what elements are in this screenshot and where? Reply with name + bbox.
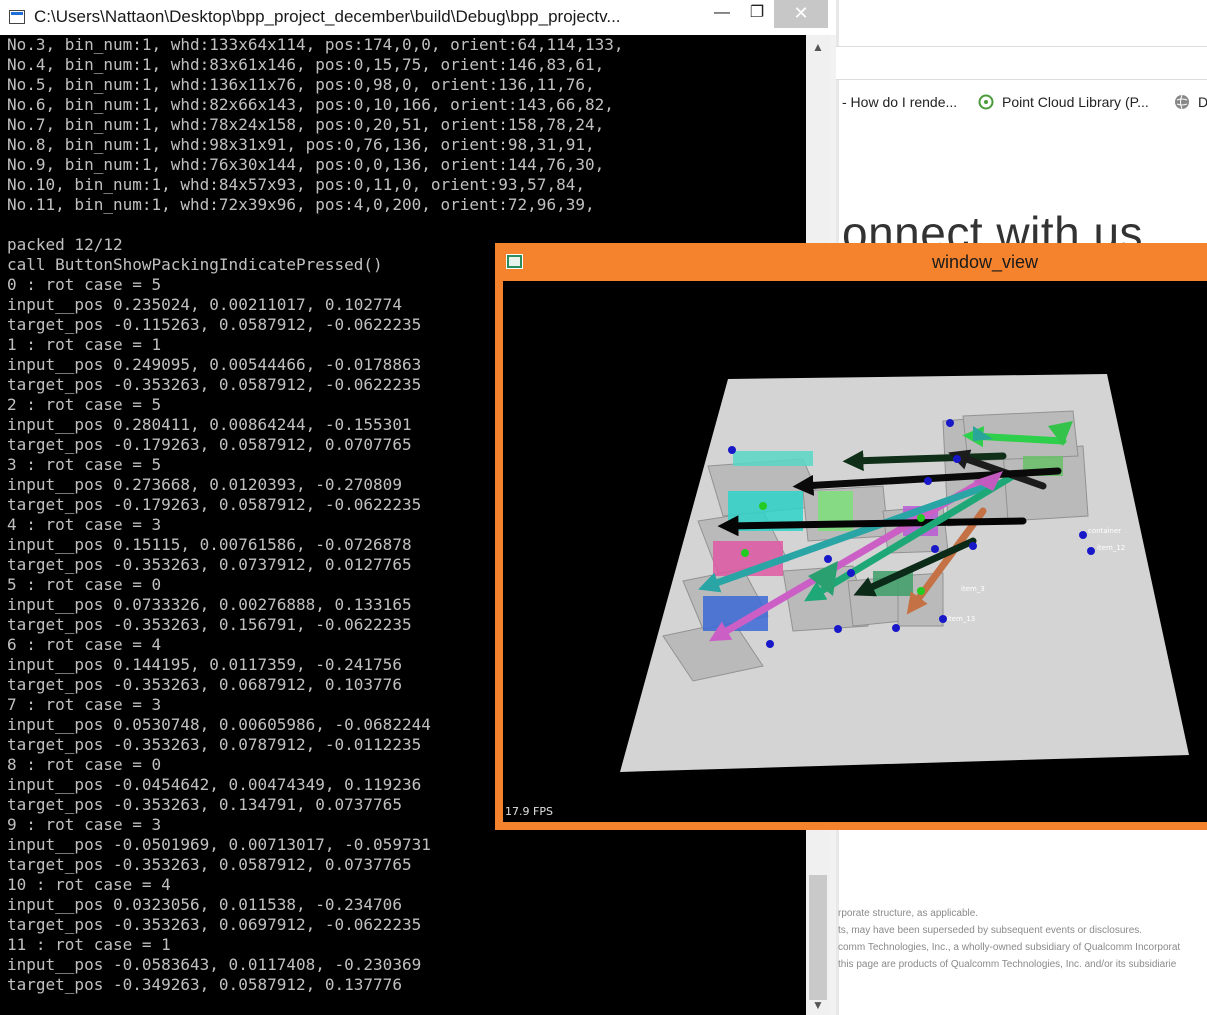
bookmarks-bar: - How do I rende... Point Cloud Library …	[836, 86, 1207, 122]
scene-label: item_13	[947, 615, 975, 623]
globe-icon	[1174, 94, 1190, 110]
console-line: target_pos -0.353263, 0.0697912, -0.0622…	[7, 915, 422, 934]
bookmark-label: - How do I rende...	[842, 94, 958, 110]
viewer-titlebar[interactable]: window_view	[495, 243, 1207, 281]
scene-label: container	[1088, 527, 1121, 535]
console-line: No.11, bin_num:1, whd:72x39x96, pos:4,0,…	[7, 195, 595, 214]
console-line: No.10, bin_num:1, whd:84x57x93, pos:0,11…	[7, 175, 585, 194]
console-line: No.3, bin_num:1, whd:133x64x114, pos:174…	[7, 35, 624, 54]
console-title: C:\Users\Nattaon\Desktop\bpp_project_dec…	[34, 7, 621, 26]
centroid-point	[741, 549, 749, 557]
anchor-point	[924, 477, 932, 485]
centroid-point	[917, 514, 925, 522]
anchor-point	[834, 625, 842, 633]
legal-line: comm Technologies, Inc., a wholly-owned …	[838, 942, 1181, 953]
anchor-point	[953, 455, 961, 463]
console-line: No.5, bin_num:1, whd:136x11x76, pos:0,98…	[7, 75, 595, 94]
centroid-point	[759, 502, 767, 510]
scroll-up-arrow-icon[interactable]: ▲	[810, 39, 826, 55]
console-line: No.6, bin_num:1, whd:82x66x143, pos:0,10…	[7, 95, 614, 114]
legal-line: rporate structure, as applicable.	[838, 908, 979, 919]
bookmark-how-do-i-render[interactable]: - How do I rende...	[842, 94, 957, 110]
anchor-point	[946, 419, 954, 427]
scene-label: item_3	[961, 585, 985, 593]
legal-line: ts, may have been superseded by subseque…	[838, 925, 1143, 936]
bookmark-label: Point Cloud Library (P...	[1002, 94, 1149, 110]
viewer-title: window_view	[931, 252, 1039, 272]
anchor-point	[931, 545, 939, 553]
bookmark-d[interactable]: D	[1174, 94, 1207, 110]
scene-render: container item_12 item_13 item_3	[620, 374, 1189, 772]
anchor-point	[1079, 531, 1087, 539]
close-button[interactable]: ✕	[774, 0, 828, 28]
window-view: window_view container item_12 item_13 it…	[495, 243, 1207, 830]
cloud	[733, 451, 813, 466]
anchor-point	[969, 542, 977, 550]
console-line: No.4, bin_num:1, whd:83x61x146, pos:0,15…	[7, 55, 605, 74]
console-app-icon	[9, 10, 25, 24]
3d-viewport[interactable]: container item_12 item_13 item_3 17.9 FP…	[503, 281, 1207, 822]
console-line: input__pos 0.0323056, 0.011538, -0.23470…	[7, 895, 402, 914]
scene-label: item_12	[1097, 544, 1125, 552]
bookmark-label: D	[1198, 94, 1207, 110]
anchor-point	[892, 624, 900, 632]
console-line: input__pos -0.0583643, 0.0117408, -0.230…	[7, 955, 422, 974]
console-line: No.8, bin_num:1, whd:98x31x91, pos:0,76,…	[7, 135, 595, 154]
address-bar[interactable]	[836, 46, 1207, 80]
anchor-point	[728, 446, 736, 454]
bookmark-point-cloud-library[interactable]: Point Cloud Library (P...	[978, 94, 1149, 110]
console-line: 10 : rot case = 4	[7, 875, 171, 894]
minimize-button[interactable]: —	[700, 0, 744, 28]
arrow	[717, 515, 1027, 537]
fps-counter: 17.9 FPS	[505, 805, 553, 818]
console-line: No.9, bin_num:1, whd:76x30x144, pos:0,0,…	[7, 155, 605, 174]
console-line: No.7, bin_num:1, whd:78x24x158, pos:0,20…	[7, 115, 605, 134]
anchor-point	[939, 615, 947, 623]
console-line: 11 : rot case = 1	[7, 935, 171, 954]
pcl-icon	[978, 94, 994, 110]
console-line: input__pos -0.0501969, 0.00713017, -0.05…	[7, 835, 431, 854]
anchor-point	[1087, 547, 1095, 555]
console-titlebar[interactable]: C:\Users\Nattaon\Desktop\bpp_project_dec…	[0, 0, 836, 35]
centroid-point	[917, 587, 925, 595]
anchor-point	[824, 555, 832, 563]
scrollbar-thumb[interactable]	[809, 875, 827, 1000]
scroll-down-arrow-icon[interactable]: ▼	[810, 997, 826, 1013]
legal-text: rporate structure, as applicable. ts, ma…	[838, 905, 1180, 973]
console-line: target_pos -0.353263, 0.0587912, 0.07377…	[7, 855, 412, 874]
maximize-button[interactable]: ❐	[744, 0, 770, 28]
console-line: target_pos -0.349263, 0.0587912, 0.13777…	[7, 975, 402, 994]
anchor-point	[766, 640, 774, 648]
anchor-point	[847, 569, 855, 577]
legal-line: this page are products of Qualcomm Techn…	[838, 959, 1177, 970]
